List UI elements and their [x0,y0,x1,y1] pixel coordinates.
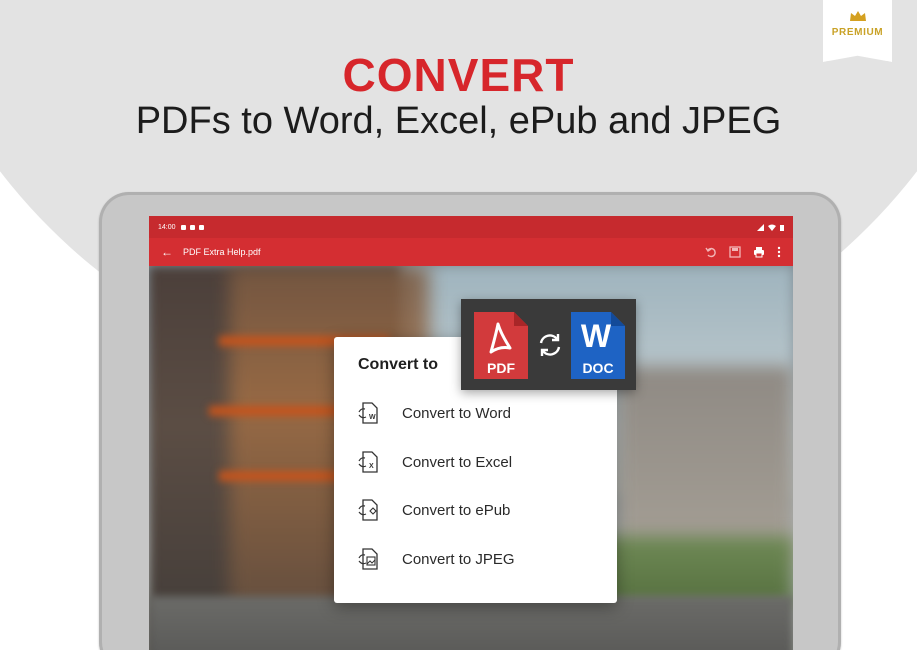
doc-file-icon: W DOC [571,312,625,379]
convert-jpeg-icon [358,548,378,570]
menu-item-label: Convert to Excel [402,453,513,471]
status-time: 14:00 [158,223,176,231]
pdf-label: PDF [487,360,515,376]
crown-icon [849,11,866,21]
dialog-title: Convert to [358,356,438,373]
menu-item-convert-word[interactable]: W Convert to Word [334,389,617,437]
menu-item-label: Convert to Word [402,404,511,422]
menu-item-label: Convert to JPEG [402,550,515,568]
notification-icon [180,224,186,230]
hero-title: CONVERT [342,49,575,101]
print-icon[interactable] [753,246,765,258]
menu-item-convert-epub[interactable]: Convert to ePub [334,486,617,534]
undo-icon[interactable] [705,246,717,258]
status-bar: 14:00 [149,216,793,238]
hero-subtitle: PDFs to Word, Excel, ePub and JPEG [135,100,782,142]
battery-icon [780,224,784,231]
notification-icon [189,224,195,230]
pdf-to-doc-badge: PDF W DOC [461,299,636,390]
more-options-icon[interactable] [777,246,781,258]
notification-icon [198,224,204,230]
app-bar: ← PDF Extra Help.pdf [149,238,793,266]
convert-word-icon: W [358,402,378,424]
signal-icon [757,223,764,231]
word-letter: W [580,318,612,354]
menu-item-convert-excel[interactable]: X Convert to Excel [334,438,617,486]
document-title: PDF Extra Help.pdf [183,247,261,257]
premium-label: PREMIUM [831,27,884,38]
back-arrow-icon[interactable]: ← [161,245,173,259]
doc-label: DOC [582,360,614,376]
convert-epub-icon [358,499,378,521]
svg-text:X: X [369,463,374,470]
wifi-icon [768,224,776,231]
menu-item-label: Convert to ePub [402,501,511,519]
save-icon[interactable] [729,246,741,258]
pdf-file-icon: PDF [474,312,528,379]
promo-screen: PREMIUM CONVERT PDFs to Word, Excel, ePu… [0,0,917,650]
convert-excel-icon: X [358,451,378,473]
sync-icon [539,334,561,356]
menu-item-convert-jpeg[interactable]: Convert to JPEG [334,535,617,583]
svg-text:W: W [369,414,376,421]
